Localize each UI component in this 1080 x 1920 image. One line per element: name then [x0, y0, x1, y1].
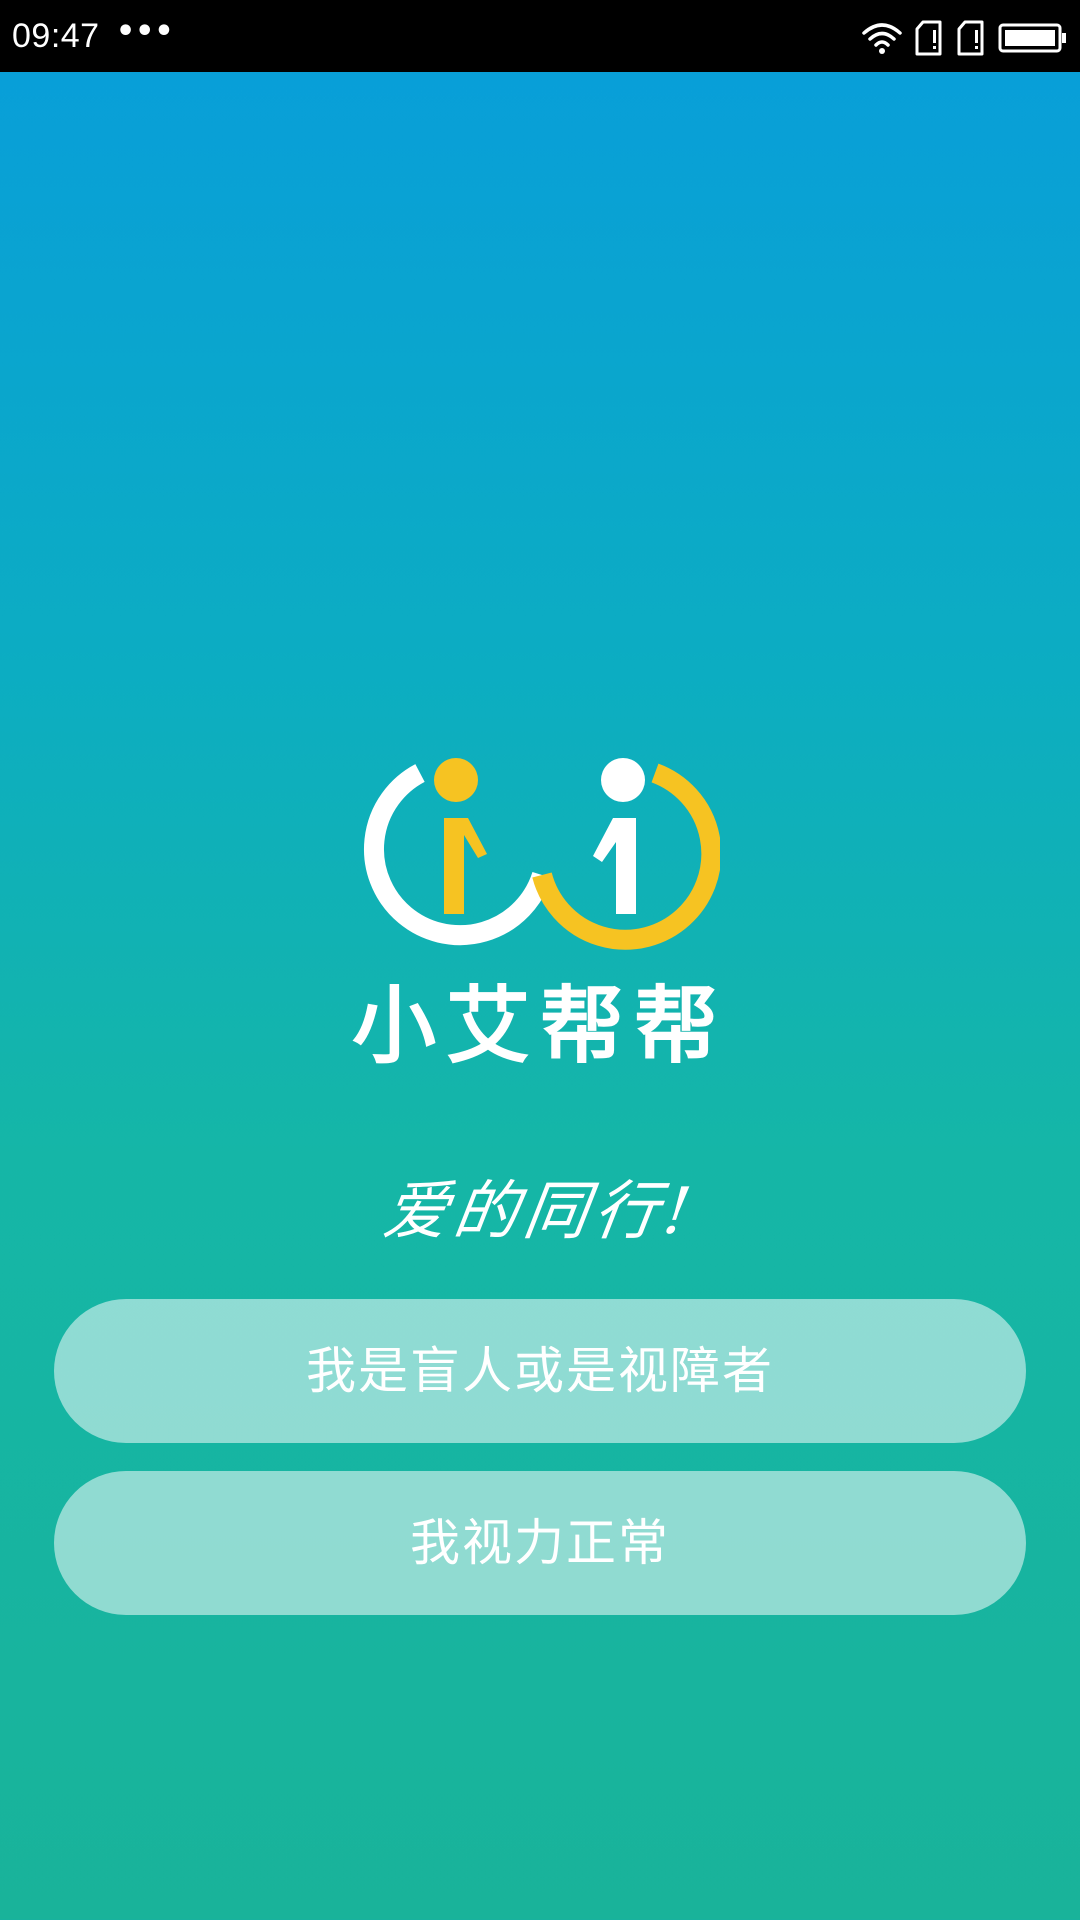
blind-user-button[interactable]: 我是盲人或是视障者 — [54, 1299, 1026, 1443]
status-time: 09:47 — [12, 17, 100, 55]
wifi-icon — [862, 21, 902, 55]
sighted-user-button[interactable]: 我视力正常 — [54, 1471, 1026, 1615]
sim-card-2-icon — [956, 20, 986, 56]
app-name: 小艾帮帮 — [351, 977, 728, 1075]
slogan: 爱的同行! — [378, 1175, 702, 1249]
app-logo — [360, 750, 722, 950]
sim-card-1-icon — [914, 20, 944, 56]
battery-icon — [998, 22, 1068, 54]
status-bar: 09:47 ••• — [0, 0, 1080, 72]
status-icons — [862, 18, 1068, 58]
more-notifications-icon: ••• — [116, 14, 174, 49]
